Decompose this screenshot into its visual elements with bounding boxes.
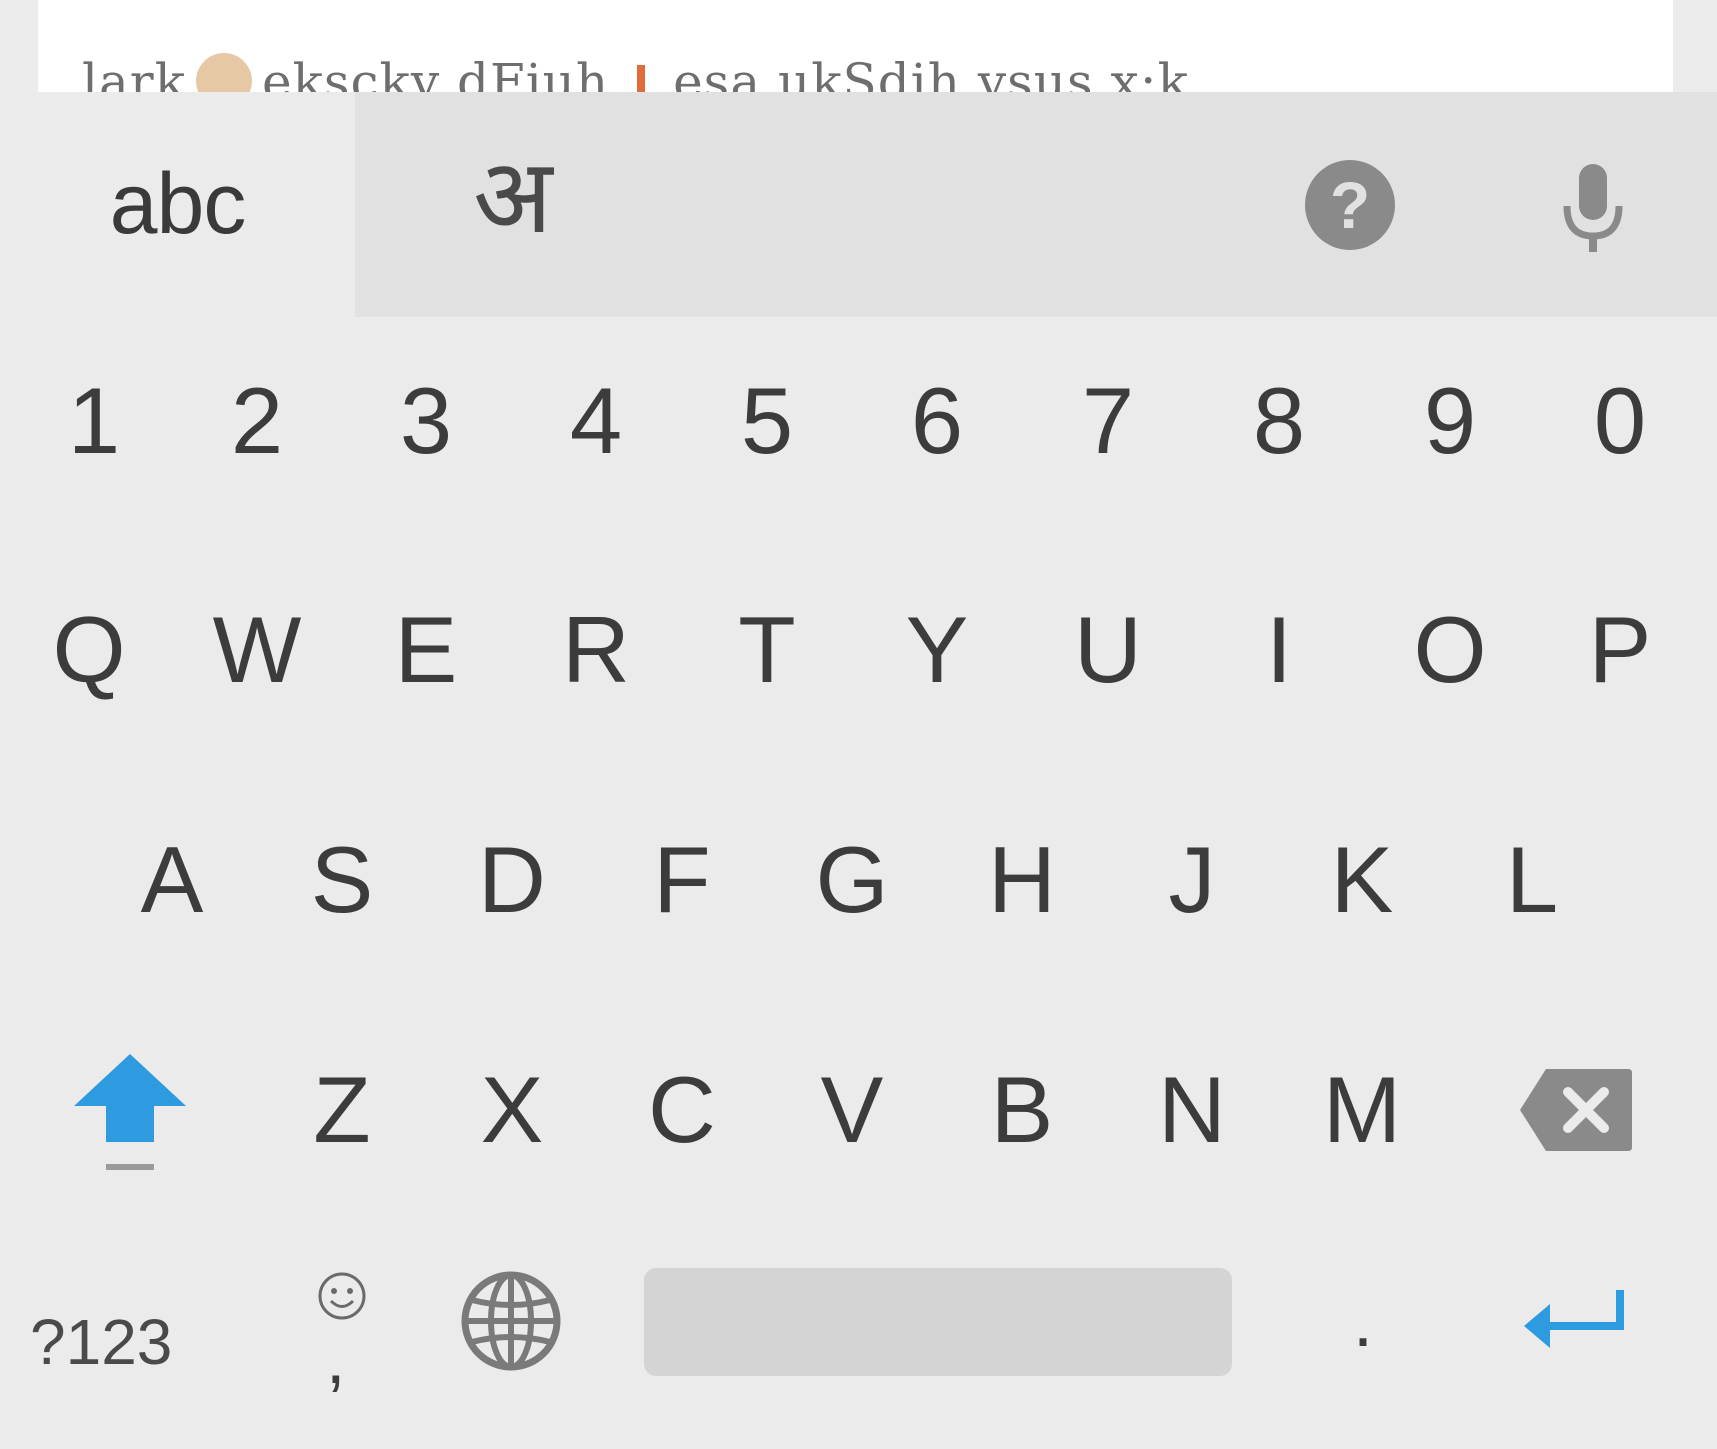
key-x[interactable]: X: [432, 1030, 592, 1190]
period-key[interactable]: .: [1328, 1262, 1398, 1382]
text-line: lark ekscky dFiuh esa ukSdih vsus x:k: [82, 52, 1189, 92]
key-6[interactable]: 6: [857, 341, 1017, 501]
emoji-face-icon: [196, 53, 252, 92]
key-h[interactable]: H: [942, 800, 1102, 960]
key-a[interactable]: A: [92, 800, 252, 960]
key-n[interactable]: N: [1112, 1030, 1272, 1190]
key-b[interactable]: B: [942, 1030, 1102, 1190]
text-segment-1: lark: [82, 53, 186, 92]
space-bar[interactable]: [644, 1268, 1232, 1376]
key-w[interactable]: W: [177, 570, 337, 730]
key-3[interactable]: 3: [346, 341, 506, 501]
comma-key[interactable]: ,: [300, 1252, 390, 1402]
number-row: 1 2 3 4 5 6 7 8 9 0: [0, 341, 1717, 501]
qwerty-row: Q W E R T Y U I O P: [0, 570, 1717, 730]
key-s[interactable]: S: [262, 800, 422, 960]
key-m[interactable]: M: [1282, 1030, 1442, 1190]
key-j[interactable]: J: [1112, 800, 1272, 960]
key-i[interactable]: I: [1199, 570, 1359, 730]
flag-emoji-icon: [637, 65, 646, 92]
language-hindi-panel: अ ?: [355, 92, 1717, 317]
key-t[interactable]: T: [687, 570, 847, 730]
bottom-row: ?123 , .: [0, 1232, 1717, 1412]
shift-key[interactable]: [70, 1050, 190, 1180]
key-v[interactable]: V: [772, 1030, 932, 1190]
smiley-icon: [318, 1272, 366, 1320]
key-k[interactable]: K: [1282, 800, 1442, 960]
key-g[interactable]: G: [772, 800, 932, 960]
key-c[interactable]: C: [602, 1030, 762, 1190]
key-4[interactable]: 4: [516, 341, 676, 501]
key-5[interactable]: 5: [687, 341, 847, 501]
key-r[interactable]: R: [516, 570, 676, 730]
keyboard: abc अ ? 1 2 3 4 5 6 7 8 9 0 Q W E R T Y …: [0, 92, 1717, 1449]
comma-label: ,: [326, 1320, 346, 1398]
language-latin-button[interactable]: abc: [0, 92, 355, 317]
shift-arrow-icon: [74, 1054, 186, 1170]
key-9[interactable]: 9: [1370, 341, 1530, 501]
key-e[interactable]: E: [346, 570, 506, 730]
key-7[interactable]: 7: [1028, 341, 1188, 501]
key-1[interactable]: 1: [14, 341, 174, 501]
microphone-icon[interactable]: [1553, 162, 1633, 262]
key-2[interactable]: 2: [177, 341, 337, 501]
globe-icon: [461, 1271, 561, 1371]
language-hindi-button[interactable]: अ: [473, 136, 552, 256]
text-segment-3: esa ukSdih vsus x:k: [673, 53, 1189, 92]
text-segment-2: ekscky dFiuh: [262, 53, 610, 92]
text-input-area[interactable]: lark ekscky dFiuh esa ukSdih vsus x:k: [38, 0, 1673, 92]
key-o[interactable]: O: [1370, 570, 1530, 730]
enter-key[interactable]: [1520, 1284, 1632, 1360]
backspace-icon: [1520, 1069, 1632, 1151]
microphone-icon-svg: [1563, 164, 1623, 252]
key-8[interactable]: 8: [1199, 341, 1359, 501]
language-strip: abc अ ?: [0, 92, 1717, 317]
asdf-row: A S D F G H J K L: [0, 800, 1717, 960]
enter-arrow-icon: [1524, 1290, 1624, 1348]
screen: lark ekscky dFiuh esa ukSdih vsus x:k abc …: [0, 0, 1717, 1449]
backspace-key[interactable]: [1518, 1065, 1636, 1155]
key-l[interactable]: L: [1452, 800, 1612, 960]
key-f[interactable]: F: [602, 800, 762, 960]
globe-key[interactable]: [460, 1270, 562, 1372]
key-p[interactable]: P: [1540, 570, 1700, 730]
key-0[interactable]: 0: [1540, 341, 1700, 501]
key-d[interactable]: D: [432, 800, 592, 960]
key-y[interactable]: Y: [857, 570, 1017, 730]
key-q[interactable]: Q: [9, 570, 169, 730]
help-icon[interactable]: ?: [1305, 160, 1395, 250]
key-u[interactable]: U: [1028, 570, 1188, 730]
zxcv-row: Z X C V B N M: [0, 1030, 1717, 1190]
symbols-key[interactable]: ?123: [30, 1292, 230, 1392]
key-z[interactable]: Z: [262, 1030, 422, 1190]
